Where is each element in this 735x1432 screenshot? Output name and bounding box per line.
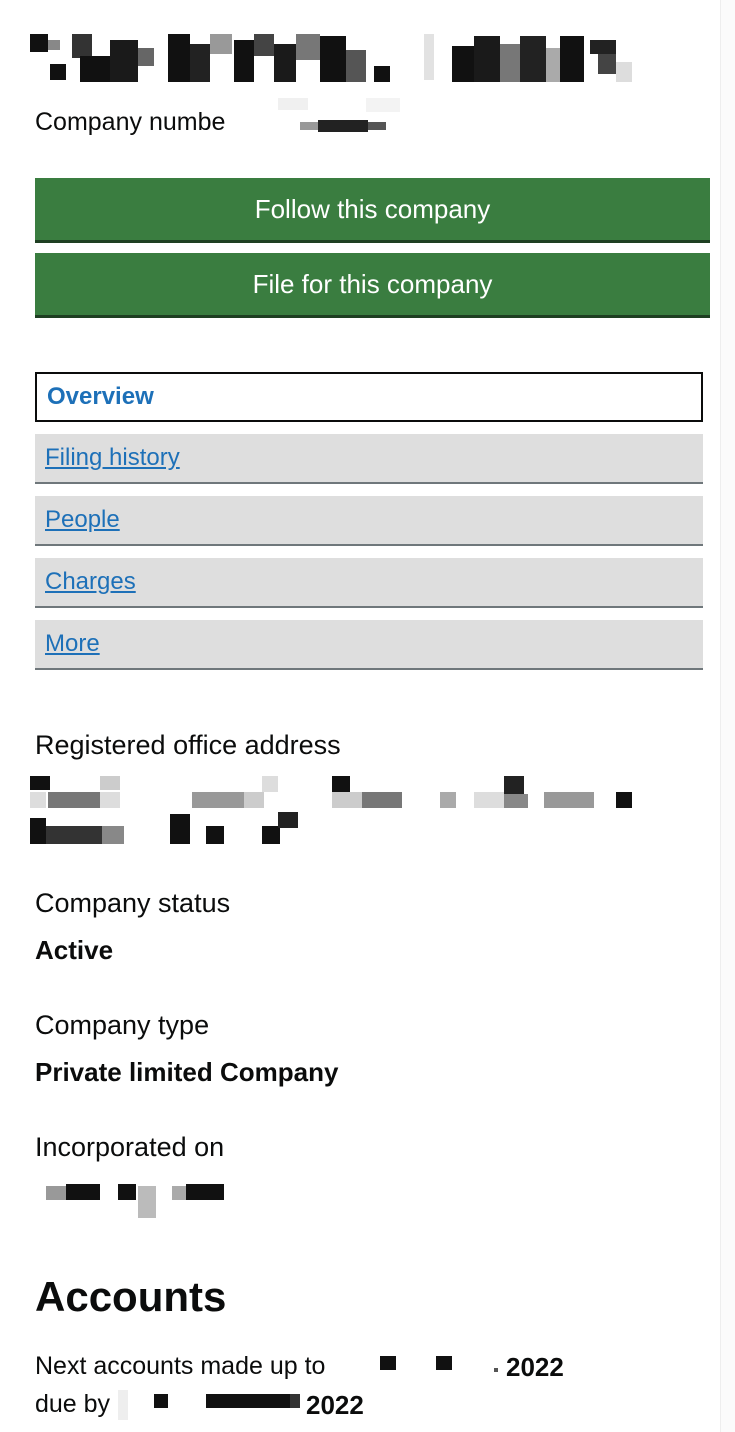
company-status-value: Active [35, 935, 114, 965]
accounts-due-label: due by [35, 1390, 111, 1418]
tab-overview[interactable]: Overview [35, 372, 703, 422]
follow-company-button[interactable]: Follow this company [35, 178, 710, 240]
incorporated-label: Incorporated on [35, 1132, 225, 1162]
tab-filing-history[interactable]: Filing history [35, 434, 703, 484]
accounts-due-year: 2022 [306, 1390, 364, 1420]
company-type-label: Company type [35, 1010, 210, 1040]
tab-more[interactable]: More [35, 620, 703, 670]
tab-people[interactable]: People [35, 496, 703, 546]
page-edge [720, 0, 735, 1432]
file-for-company-button[interactable]: File for this company [35, 253, 710, 315]
registered-office-label: Registered office address [35, 730, 341, 760]
next-accounts-year: 2022 [506, 1352, 564, 1382]
company-overview-page: Company numbe Follow this company File f… [0, 0, 735, 1432]
next-accounts-label: Next accounts made up to [35, 1352, 326, 1380]
company-number-label: Company numbe [35, 108, 226, 136]
accounts-heading: Accounts [35, 1273, 227, 1320]
tab-charges[interactable]: Charges [35, 558, 703, 608]
company-status-label: Company status [35, 888, 231, 918]
company-type-value: Private limited Company [35, 1057, 339, 1087]
